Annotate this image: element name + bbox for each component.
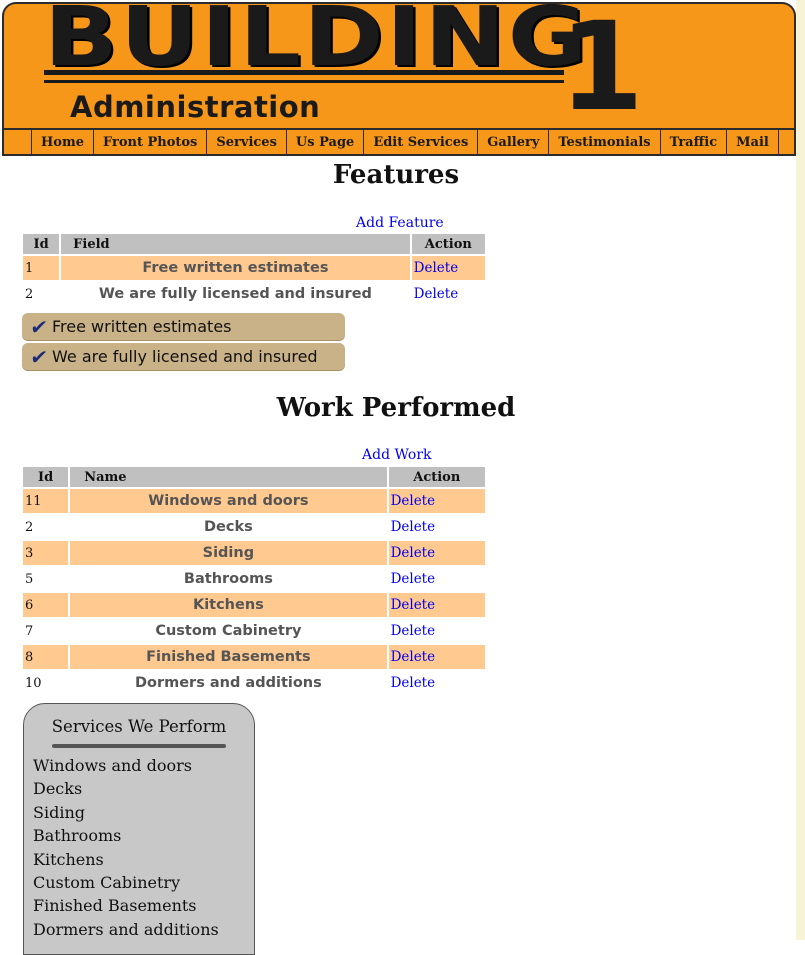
nav-front-photos[interactable]: Front Photos xyxy=(92,130,206,154)
delete-link[interactable]: Delete xyxy=(391,623,436,639)
site-header: BUILDING 1 Administration xyxy=(2,2,796,130)
services-box-title: Services We Perform xyxy=(51,717,227,736)
row-id: 11 xyxy=(23,489,69,513)
row-field: Free written estimates xyxy=(61,256,410,280)
list-item: Bathrooms xyxy=(33,826,122,846)
row-id: 5 xyxy=(25,571,34,587)
row-id: 7 xyxy=(25,623,34,639)
logo-rule xyxy=(44,70,564,75)
table-row: 8 Finished Basements Delete xyxy=(23,645,485,669)
row-action: Delete xyxy=(412,282,485,306)
table-header-row: Id Field Action xyxy=(23,234,485,254)
features-heading: Features xyxy=(332,160,460,190)
column-header-field: Field xyxy=(61,234,410,254)
row-action: Delete xyxy=(388,645,485,669)
feature-preview-item: ✔ We are fully licensed and insured xyxy=(22,343,345,370)
delete-link[interactable]: Delete xyxy=(391,493,436,509)
delete-link[interactable]: Delete xyxy=(391,597,436,613)
table-row: 2 Decks Delete xyxy=(23,515,485,539)
nav-services[interactable]: Services xyxy=(206,130,286,154)
row-action: Delete xyxy=(389,671,485,695)
admin-subtitle: Administration xyxy=(70,90,321,124)
column-header-action: Action xyxy=(388,467,485,487)
delete-link[interactable]: Delete xyxy=(414,260,459,276)
checkmark-icon: ✔ xyxy=(28,314,50,339)
nav-testimonials[interactable]: Testimonials xyxy=(548,130,659,154)
row-name: Bathrooms xyxy=(183,571,273,587)
window-edge xyxy=(796,0,805,940)
table-row: 5 Bathrooms Delete xyxy=(23,567,485,591)
list-item: Decks xyxy=(33,779,83,799)
nav-us-page[interactable]: Us Page xyxy=(285,130,363,154)
row-name: Kitchens xyxy=(70,593,387,617)
work-table: Id Name Action 11 Windows and doors Dele… xyxy=(21,465,487,697)
table-row: 11 Windows and doors Delete xyxy=(23,489,485,513)
row-name: Siding xyxy=(70,541,387,565)
row-name: Finished Basements xyxy=(70,645,387,669)
row-field: We are fully licensed and insured xyxy=(98,286,372,302)
row-name: Decks xyxy=(204,519,253,535)
row-action: Delete xyxy=(389,619,485,643)
column-header-action: Action xyxy=(411,234,485,254)
feature-preview-text: We are fully licensed and insured xyxy=(52,347,318,366)
admin-page: BUILDING 1 Administration Home Front Pho… xyxy=(0,0,798,955)
list-item: Kitchens xyxy=(33,849,104,869)
row-action: Delete xyxy=(388,593,485,617)
add-feature-link[interactable]: Add Feature xyxy=(356,215,444,231)
row-name: Windows and doors xyxy=(70,489,387,513)
row-id: 2 xyxy=(25,519,34,535)
table-row: 1 Free written estimates Delete xyxy=(23,256,485,280)
row-action: Delete xyxy=(411,256,485,280)
delete-link[interactable]: Delete xyxy=(391,675,436,691)
row-id: 6 xyxy=(23,593,69,617)
row-action: Delete xyxy=(389,567,485,591)
delete-link[interactable]: Delete xyxy=(391,519,436,535)
table-header-row: Id Name Action xyxy=(23,467,485,487)
list-item: Windows and doors xyxy=(33,756,192,775)
row-name: Custom Cabinetry xyxy=(155,623,302,639)
row-name: Dormers and additions xyxy=(134,675,322,691)
row-id: 8 xyxy=(23,645,69,669)
column-header-id: Id xyxy=(23,234,60,254)
checkmark-icon: ✔ xyxy=(28,344,50,369)
main-nav: Home Front Photos Services Us Page Edit … xyxy=(2,128,796,156)
table-row: 7 Custom Cabinetry Delete xyxy=(23,619,485,643)
row-id: 3 xyxy=(23,541,69,565)
column-header-name: Name xyxy=(70,467,387,487)
work-heading: Work Performed xyxy=(276,393,516,423)
add-work-link[interactable]: Add Work xyxy=(362,447,432,463)
feature-preview-item: ✔ Free written estimates xyxy=(22,313,345,340)
nav-home[interactable]: Home xyxy=(31,130,93,154)
delete-link[interactable]: Delete xyxy=(414,286,459,302)
delete-link[interactable]: Delete xyxy=(391,545,436,561)
column-header-id: Id xyxy=(23,467,69,487)
list-item: Siding xyxy=(33,802,85,822)
services-preview-box: Services We Perform Windows and doors De… xyxy=(23,703,255,955)
nav-gallery[interactable]: Gallery xyxy=(477,130,548,154)
row-id: 10 xyxy=(25,675,42,691)
nav-edit-services[interactable]: Edit Services xyxy=(363,130,477,154)
row-action: Delete xyxy=(388,541,485,565)
delete-link[interactable]: Delete xyxy=(391,649,436,665)
features-table: Id Field Action 1 Free written estimates… xyxy=(21,232,487,308)
table-row: 10 Dormers and additions Delete xyxy=(23,671,485,695)
row-action: Delete xyxy=(389,515,485,539)
nav-traffic[interactable]: Traffic xyxy=(659,130,727,154)
table-row: 6 Kitchens Delete xyxy=(23,593,485,617)
services-list: Windows and doors Decks Siding Bathrooms… xyxy=(24,754,254,941)
row-action: Delete xyxy=(388,489,485,513)
delete-link[interactable]: Delete xyxy=(391,571,436,587)
logo-rule xyxy=(44,80,564,83)
table-row: 2 We are fully licensed and insured Dele… xyxy=(23,282,485,306)
row-id: 2 xyxy=(25,286,34,302)
nav-mail[interactable]: Mail xyxy=(726,130,779,154)
list-item: Finished Basements xyxy=(33,896,197,916)
logo-number: 1 xyxy=(559,2,644,130)
table-row: 3 Siding Delete xyxy=(23,541,485,565)
list-item: Custom Cabinetry xyxy=(33,872,181,892)
divider xyxy=(52,744,226,748)
row-id: 1 xyxy=(23,256,60,280)
list-item: Dormers and additions xyxy=(33,919,219,939)
feature-preview-text: Free written estimates xyxy=(52,317,232,336)
